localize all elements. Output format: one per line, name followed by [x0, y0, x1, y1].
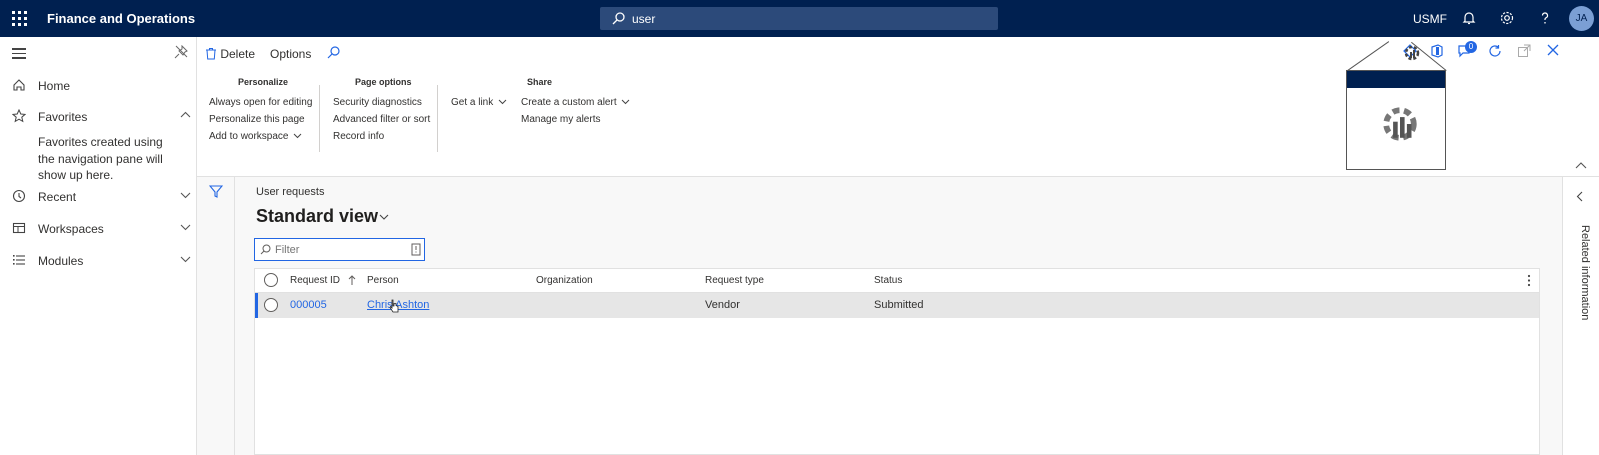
star-icon — [12, 109, 26, 123]
help-icon[interactable] — [1537, 10, 1553, 26]
security-diagnostics-button[interactable]: Security diagnostics — [333, 97, 422, 108]
avatar[interactable]: JA — [1569, 6, 1594, 31]
filter-box[interactable] — [254, 238, 425, 261]
nav-item-label: Home — [38, 79, 71, 93]
record-info-button[interactable]: Record info — [333, 131, 384, 142]
collapse-pane-chevron-icon[interactable] — [1575, 161, 1587, 169]
sort-arrow-up-icon[interactable] — [348, 275, 356, 286]
open-new-window-icon[interactable] — [1517, 44, 1531, 58]
chevron-down-icon[interactable] — [379, 214, 389, 221]
mouse-cursor-icon — [389, 299, 399, 313]
personalize-page-button[interactable]: Personalize this page — [209, 114, 305, 125]
group-title-share: Share — [527, 77, 553, 87]
search-icon — [612, 12, 625, 25]
group-title-page-options: Page options — [355, 77, 412, 87]
app-launcher-icon[interactable] — [12, 11, 27, 26]
search-input[interactable]: user — [632, 12, 655, 26]
tab-options[interactable]: Options — [270, 47, 311, 61]
always-open-editing-button[interactable]: Always open for editing — [209, 97, 312, 108]
refresh-icon[interactable] — [1488, 44, 1502, 58]
get-link-button[interactable]: Get a link — [451, 97, 507, 108]
group-title-personalize: Personalize — [238, 77, 289, 87]
chevron-down-icon[interactable] — [180, 191, 191, 199]
pin-icon[interactable] — [174, 45, 188, 59]
data-grid: Request ID Person Organization Request t… — [254, 268, 1540, 455]
home-icon — [13, 79, 25, 91]
nav-item-label: Modules — [38, 254, 84, 268]
nav-item-label: Recent — [38, 190, 77, 204]
search-box[interactable]: user — [600, 7, 998, 30]
top-bar: Finance and Operations user USMF JA — [0, 0, 1599, 37]
chevron-down-icon — [622, 99, 630, 105]
view-selector[interactable]: Standard view — [256, 206, 378, 227]
search-icon[interactable] — [327, 46, 340, 59]
navigation-pane: Home Favorites Favorites created using t… — [0, 37, 197, 455]
nav-item-modules[interactable]: Modules — [12, 251, 192, 271]
advanced-filter-button[interactable]: Advanced filter or sort — [333, 114, 430, 125]
chevron-down-icon[interactable] — [180, 255, 191, 263]
task-recorder-icon — [1383, 107, 1417, 141]
grid-header: Request ID Person Organization Request t… — [255, 269, 1539, 293]
chevron-down-icon[interactable] — [180, 223, 191, 231]
company-picker[interactable]: USMF — [1413, 12, 1447, 26]
chevron-up-icon[interactable] — [180, 111, 191, 119]
bell-icon[interactable] — [1461, 10, 1477, 26]
magnified-topbar — [1347, 71, 1445, 88]
nav-item-favorites[interactable]: Favorites — [12, 107, 192, 127]
filter-icon[interactable] — [209, 185, 223, 198]
nav-item-recent[interactable]: Recent — [12, 187, 192, 207]
modules-icon — [13, 255, 25, 265]
delete-label: Delete — [220, 47, 256, 61]
chevron-down-icon — [293, 133, 302, 139]
filter-input[interactable] — [275, 242, 405, 257]
cell-status: Submitted — [874, 299, 924, 311]
filter-rail — [197, 177, 235, 455]
column-header-person[interactable]: Person — [367, 275, 399, 286]
column-header-organization[interactable]: Organization — [536, 275, 593, 286]
nav-item-label: Workspaces — [38, 222, 104, 236]
office-icon[interactable] — [1430, 44, 1444, 58]
page-caption: User requests — [256, 186, 325, 198]
delete-button[interactable]: Delete — [205, 47, 255, 61]
related-info-pane[interactable]: Related information — [1562, 177, 1599, 455]
cell-request-type: Vendor — [705, 299, 740, 311]
task-recorder-icon[interactable] — [1402, 43, 1422, 63]
clock-icon — [12, 189, 26, 203]
gear-icon[interactable] — [1499, 10, 1515, 26]
magnified-callout — [1346, 70, 1446, 170]
chevron-left-icon[interactable] — [1576, 191, 1583, 202]
hamburger-icon[interactable] — [12, 48, 26, 62]
select-all-radio[interactable] — [264, 273, 278, 287]
add-to-workspace-label: Add to workspace — [209, 131, 289, 142]
search-icon — [260, 244, 271, 255]
column-header-request-type[interactable]: Request type — [705, 275, 764, 286]
separator — [319, 85, 320, 152]
get-link-label: Get a link — [451, 97, 494, 108]
close-icon[interactable] — [1547, 44, 1559, 56]
notification-badge: 0 — [1465, 41, 1477, 53]
more-options-icon[interactable] — [1527, 274, 1531, 287]
nav-item-label: Favorites — [38, 110, 88, 124]
separator — [437, 85, 438, 152]
app-title[interactable]: Finance and Operations — [47, 11, 195, 26]
filter-options-icon[interactable] — [411, 243, 421, 256]
add-to-workspace-button[interactable]: Add to workspace — [209, 131, 302, 142]
column-header-status[interactable]: Status — [874, 275, 902, 286]
trash-icon — [206, 48, 216, 60]
nav-item-workspaces[interactable]: Workspaces — [12, 219, 192, 239]
main-content: User requests Standard view Request ID P… — [235, 177, 1562, 455]
cell-request-id[interactable]: 000005 — [290, 299, 327, 311]
nav-item-home[interactable]: Home — [12, 76, 192, 96]
favorites-empty-note: Favorites created using the navigation p… — [38, 135, 163, 182]
workspace-icon — [12, 222, 26, 234]
column-header-request-id[interactable]: Request ID — [290, 275, 340, 286]
manage-alerts-button[interactable]: Manage my alerts — [521, 114, 600, 125]
create-custom-alert-label: Create a custom alert — [521, 97, 617, 108]
row-select-radio[interactable] — [264, 298, 278, 312]
related-info-label: Related information — [1579, 225, 1591, 321]
chevron-down-icon — [498, 99, 507, 105]
create-custom-alert-button[interactable]: Create a custom alert — [521, 97, 630, 108]
table-row[interactable]: 000005 Chris Ashton Vendor Submitted — [255, 293, 1539, 318]
